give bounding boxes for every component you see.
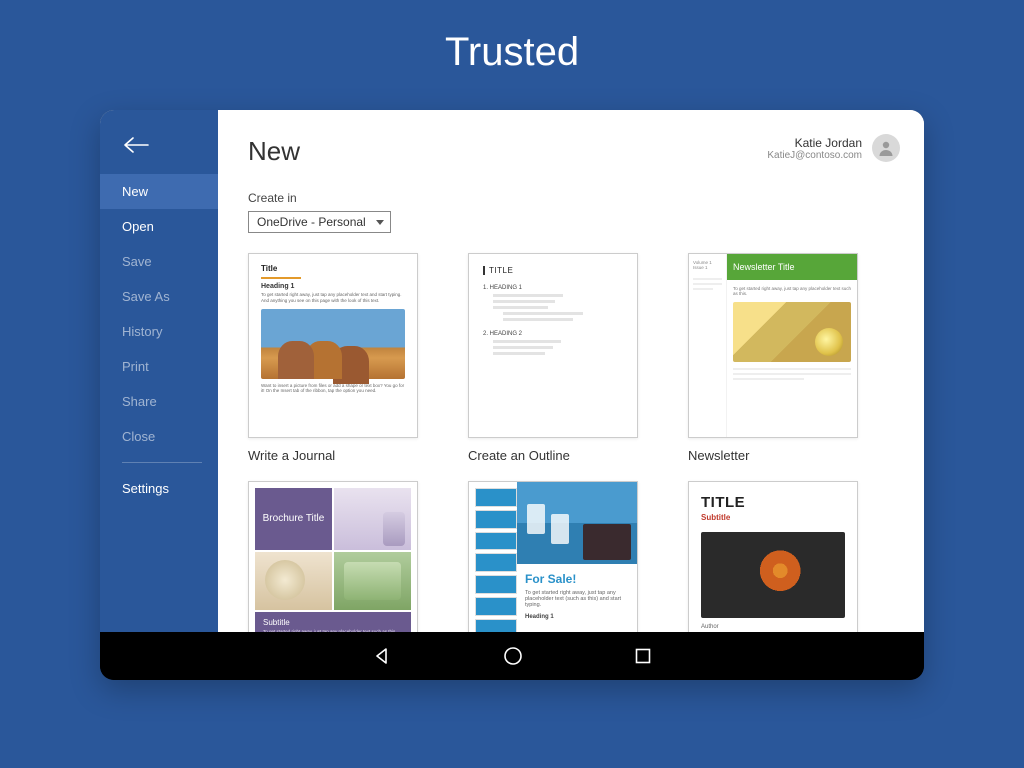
hero-title: Trusted xyxy=(0,30,1024,75)
sidebar-item-share: Share xyxy=(100,384,218,419)
create-in-dropdown[interactable]: OneDrive - Personal xyxy=(248,211,391,233)
template-thumbnail: Brochure Title Subtitle To get started r… xyxy=(248,481,418,632)
preview-heading: Heading 1 xyxy=(525,614,629,620)
sidebar-item-open[interactable]: Open xyxy=(100,209,218,244)
template-thumbnail: Volume 1 Issue 1 Newsletter Title To get… xyxy=(688,253,858,438)
sidebar-item-new[interactable]: New xyxy=(100,174,218,209)
back-arrow-icon xyxy=(122,136,150,154)
sidebar-item-save-as: Save As xyxy=(100,279,218,314)
avatar[interactable] xyxy=(872,134,900,162)
preview-heading: 2. HEADING 2 xyxy=(483,331,623,337)
preview-title: TITLE xyxy=(701,494,845,511)
preview-side-title: Volume 1 Issue 1 xyxy=(693,260,722,270)
sidebar-item-settings[interactable]: Settings xyxy=(100,471,218,506)
create-in-selected: OneDrive - Personal xyxy=(257,215,366,229)
template-write-a-journal[interactable]: Title Heading 1 To get started right awa… xyxy=(248,253,418,463)
template-report[interactable]: TITLE Subtitle Author xyxy=(688,481,858,632)
template-grid: Title Heading 1 To get started right awa… xyxy=(248,253,894,632)
preview-image xyxy=(701,532,845,618)
template-caption: Newsletter xyxy=(688,448,858,463)
preview-text: To get started right away, just tap any … xyxy=(525,590,629,608)
preview-text: To get started right away, just tap any … xyxy=(261,292,405,297)
template-for-sale-flyer[interactable]: For Sale! To get started right away, jus… xyxy=(468,481,638,632)
preview-image xyxy=(334,552,411,610)
preview-header: Newsletter Title xyxy=(727,254,857,280)
sidebar-item-history: History xyxy=(100,314,218,349)
preview-caption: Want to insert a picture from files or a… xyxy=(261,383,405,394)
preview-image xyxy=(261,309,405,379)
preview-title: Title xyxy=(261,264,405,273)
circle-home-icon xyxy=(502,645,524,667)
preview-title: Brochure Title xyxy=(255,488,332,550)
preview-title: TITLE xyxy=(483,266,623,275)
preview-subtitle: Subtitle xyxy=(263,618,403,627)
tablet-device-frame: New Open Save Save As History Print Shar… xyxy=(100,110,924,680)
preview-image xyxy=(517,482,637,564)
template-brochure[interactable]: Brochure Title Subtitle To get started r… xyxy=(248,481,418,632)
preview-heading: Heading 1 xyxy=(261,283,405,290)
template-thumbnail: For Sale! To get started right away, jus… xyxy=(468,481,638,632)
sidebar-item-print: Print xyxy=(100,349,218,384)
template-caption: Write a Journal xyxy=(248,448,418,463)
android-recent-button[interactable] xyxy=(634,647,652,665)
sidebar-item-close: Close xyxy=(100,419,218,454)
app-screen: New Open Save Save As History Print Shar… xyxy=(100,110,924,632)
template-create-an-outline[interactable]: TITLE 1. HEADING 1 xyxy=(468,253,638,463)
preview-author: Author xyxy=(701,624,845,630)
preview-image xyxy=(255,552,332,610)
content-area: Katie Jordan KatieJ@contoso.com New Crea… xyxy=(218,110,924,632)
template-newsletter[interactable]: Volume 1 Issue 1 Newsletter Title To get… xyxy=(688,253,858,463)
template-caption: Create an Outline xyxy=(468,448,638,463)
triangle-back-icon xyxy=(372,646,392,666)
user-email: KatieJ@contoso.com xyxy=(767,150,862,161)
preview-heading: 1. HEADING 1 xyxy=(483,285,623,291)
person-icon xyxy=(877,139,895,157)
sidebar: New Open Save Save As History Print Shar… xyxy=(100,110,218,632)
preview-subtitle: Subtitle xyxy=(701,513,845,522)
preview-text: To get started right away, just tap any … xyxy=(733,286,851,296)
android-back-button[interactable] xyxy=(372,646,392,666)
preview-title: For Sale! xyxy=(525,572,629,586)
back-button[interactable] xyxy=(100,126,218,174)
sidebar-divider xyxy=(122,462,202,463)
user-account-block[interactable]: Katie Jordan KatieJ@contoso.com xyxy=(767,134,900,162)
user-name: Katie Jordan xyxy=(767,136,862,150)
preview-tear-strips xyxy=(475,488,517,632)
sidebar-item-save: Save xyxy=(100,244,218,279)
android-home-button[interactable] xyxy=(502,645,524,667)
preview-text: And anything you see on this page with t… xyxy=(261,298,405,303)
preview-image xyxy=(733,302,851,362)
template-thumbnail: Title Heading 1 To get started right awa… xyxy=(248,253,418,438)
square-recent-icon xyxy=(634,647,652,665)
preview-image xyxy=(334,488,411,550)
template-thumbnail: TITLE Subtitle Author xyxy=(688,481,858,632)
android-nav-bar xyxy=(100,632,924,680)
template-thumbnail: TITLE 1. HEADING 1 xyxy=(468,253,638,438)
chevron-down-icon xyxy=(376,220,384,225)
create-in-label: Create in xyxy=(248,191,894,205)
